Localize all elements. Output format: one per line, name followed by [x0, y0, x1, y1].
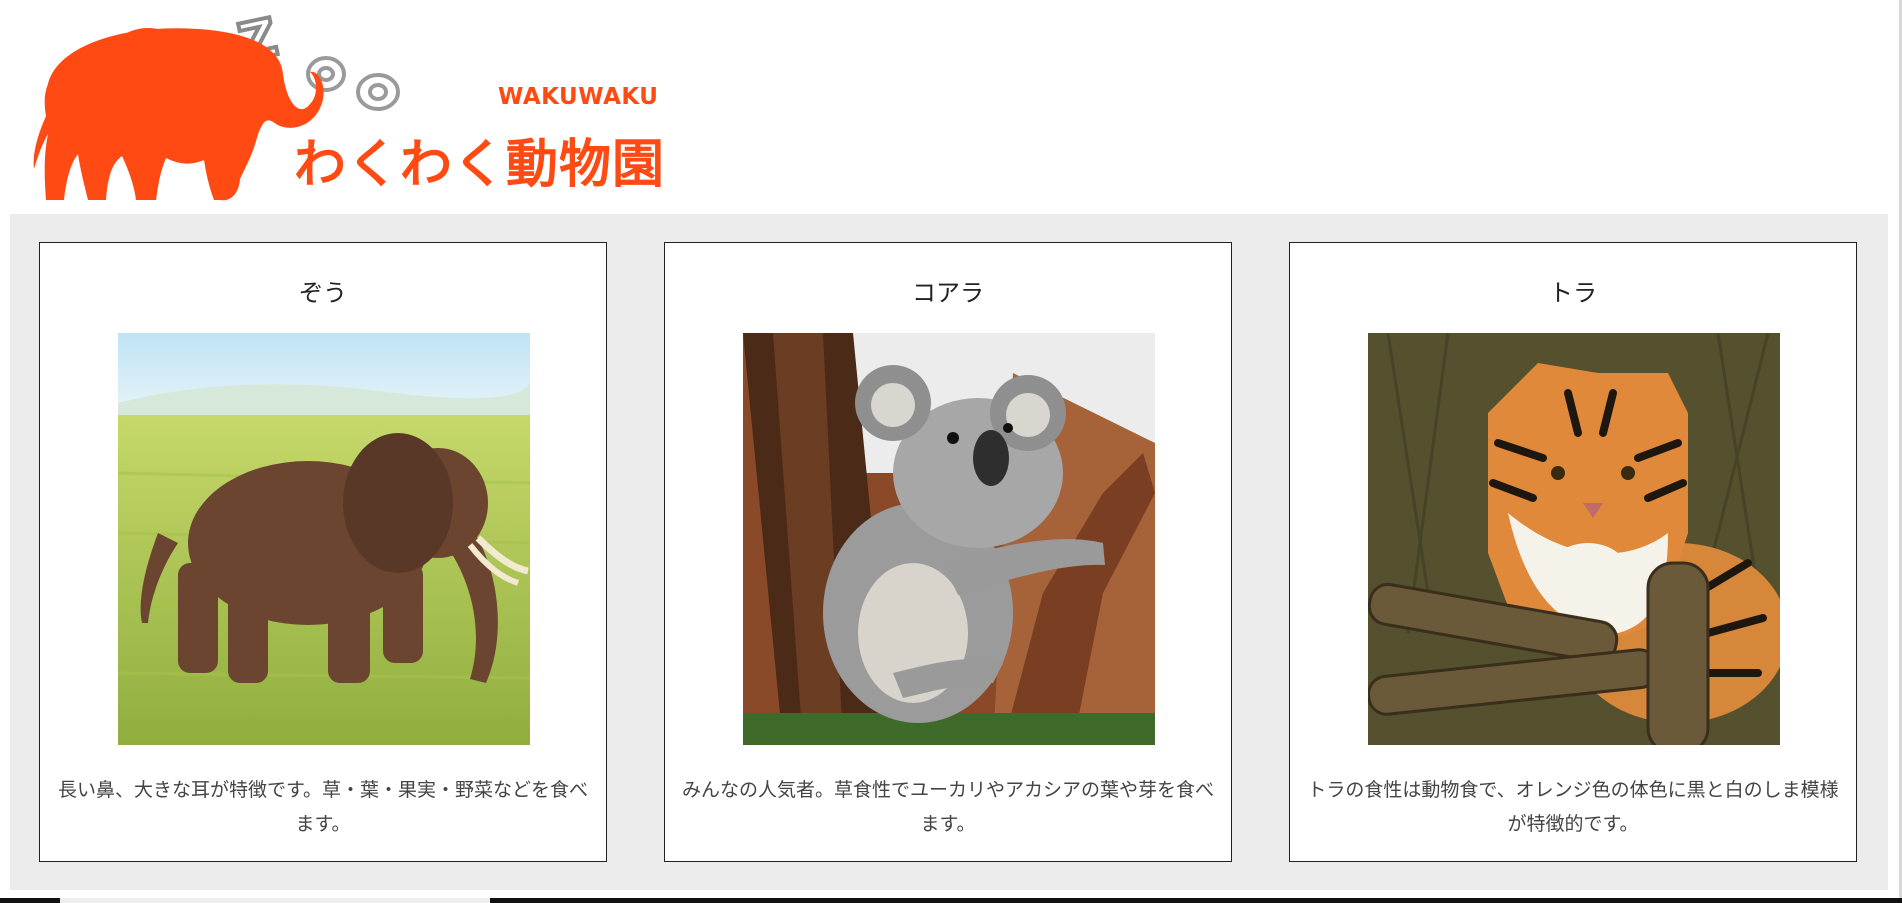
site-header: Z WAKUWAKU わくわく動物園 — [0, 0, 1902, 212]
logo-english-text: WAKUWAKU — [498, 84, 659, 110]
animal-card-tiger: トラ トラの食性は動物食で、オレンジ色の体色に黒と白のしま模様が特徴的です。 — [1289, 242, 1857, 862]
animal-card-koala: コアラ みんなの人気者。草食性でユーカリやアカシアの葉や芽を食べます。 — [664, 242, 1232, 862]
card-description: 長い鼻、大きな耳が特徴です。草・葉・果実・野菜などを食べます。 — [57, 779, 589, 835]
card-title: コアラ — [912, 279, 984, 307]
logo-japanese-text: わくわく動物園 — [294, 135, 666, 195]
card-description: みんなの人気者。草食性でユーカリやアカシアの葉や芽を食べます。 — [681, 779, 1214, 835]
card-title: トラ — [1549, 279, 1597, 307]
card-description: トラの食性は動物食で、オレンジ色の体色に黒と白のしま模様が特徴的です。 — [1307, 779, 1839, 835]
animal-card-section: ぞう 長い鼻、大きな耳が特徴です。草・葉・果実・野菜などを食べます。 コアラ み… — [10, 214, 1888, 890]
card-title: ぞう — [299, 279, 347, 307]
page: Z WAKUWAKU わくわく動物園 ぞう 長い鼻、大きな耳が特徴です。草・葉・… — [0, 0, 1902, 903]
koala-photo — [743, 333, 1155, 745]
bottom-bar — [0, 898, 1902, 903]
elephant-photo — [118, 333, 530, 745]
site-logo[interactable]: Z WAKUWAKU わくわく動物園 — [18, 4, 664, 204]
animal-card-elephant: ぞう 長い鼻、大きな耳が特徴です。草・葉・果実・野菜などを食べます。 — [39, 242, 607, 862]
tiger-photo — [1368, 333, 1780, 745]
